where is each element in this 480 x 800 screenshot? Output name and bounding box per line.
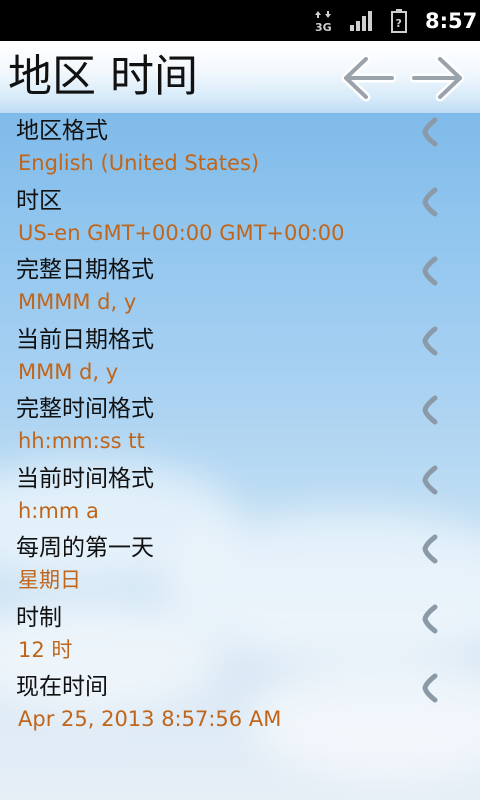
setting-label: 当前日期格式 (16, 326, 154, 353)
svg-text:?: ? (396, 17, 402, 30)
chevron-left-icon (422, 395, 438, 425)
3g-data-icon: 3G (315, 11, 332, 32)
chevron-left-icon (422, 326, 438, 355)
setting-value: 星期日 (18, 568, 81, 592)
setting-short-date-format[interactable]: 当前日期格式 MMM d, y (0, 322, 480, 392)
setting-label: 时区 (16, 187, 62, 214)
chevron-left-icon (422, 187, 438, 216)
settings-screen: 地区 时间 地区格式 English (United States) 时区 US… (0, 41, 480, 800)
setting-time-zone[interactable]: 时区 US-en GMT+00:00 GMT+00:00 (0, 183, 480, 253)
status-bar: 3G ? 8:57 (0, 0, 480, 41)
arrow-left-icon[interactable] (340, 53, 396, 103)
setting-first-day-of-week[interactable]: 每周的第一天 星期日 (0, 530, 480, 600)
setting-label: 时制 (16, 604, 62, 631)
setting-label: 现在时间 (16, 674, 108, 700)
header: 地区 时间 (0, 41, 480, 113)
settings-list: 地区格式 English (United States) 时区 US-en GM… (0, 113, 480, 739)
status-time: 8:57 (425, 9, 478, 33)
signal-strength-icon (350, 11, 372, 31)
setting-value: 12 时 (18, 637, 73, 662)
battery-icon: ? (391, 9, 407, 33)
chevron-left-icon (422, 534, 438, 564)
setting-label: 完整日期格式 (16, 257, 154, 283)
setting-hour-format[interactable]: 时制 12 时 (0, 600, 480, 670)
setting-value: US-en GMT+00:00 GMT+00:00 (18, 220, 345, 245)
setting-value: MMM d, y (18, 359, 119, 384)
setting-label: 当前时间格式 (16, 465, 154, 492)
setting-current-time[interactable]: 现在时间 Apr 25, 2013 8:57:56 AM (0, 669, 480, 739)
setting-value: English (United States) (18, 151, 260, 175)
chevron-left-icon (422, 673, 438, 703)
svg-text:3G: 3G (315, 21, 332, 32)
chevron-left-icon (422, 465, 438, 494)
chevron-left-icon (422, 117, 438, 147)
setting-value: MMMM d, y (18, 290, 137, 314)
setting-short-time-format[interactable]: 当前时间格式 h:mm a (0, 461, 480, 531)
arrow-right-icon[interactable] (410, 53, 466, 103)
setting-long-time-format[interactable]: 完整时间格式 hh:mm:ss tt (0, 391, 480, 461)
page-title: 地区 时间 (8, 51, 198, 102)
setting-label: 每周的第一天 (16, 535, 154, 561)
chevron-left-icon (422, 256, 438, 286)
setting-long-date-format[interactable]: 完整日期格式 MMMM d, y (0, 252, 480, 322)
setting-label: 地区格式 (16, 118, 108, 144)
setting-value: h:mm a (18, 498, 99, 523)
setting-region-format[interactable]: 地区格式 English (United States) (0, 113, 480, 183)
setting-label: 完整时间格式 (16, 396, 154, 422)
setting-value: hh:mm:ss tt (18, 429, 145, 453)
chevron-left-icon (422, 604, 438, 633)
setting-value: Apr 25, 2013 8:57:56 AM (18, 707, 282, 731)
